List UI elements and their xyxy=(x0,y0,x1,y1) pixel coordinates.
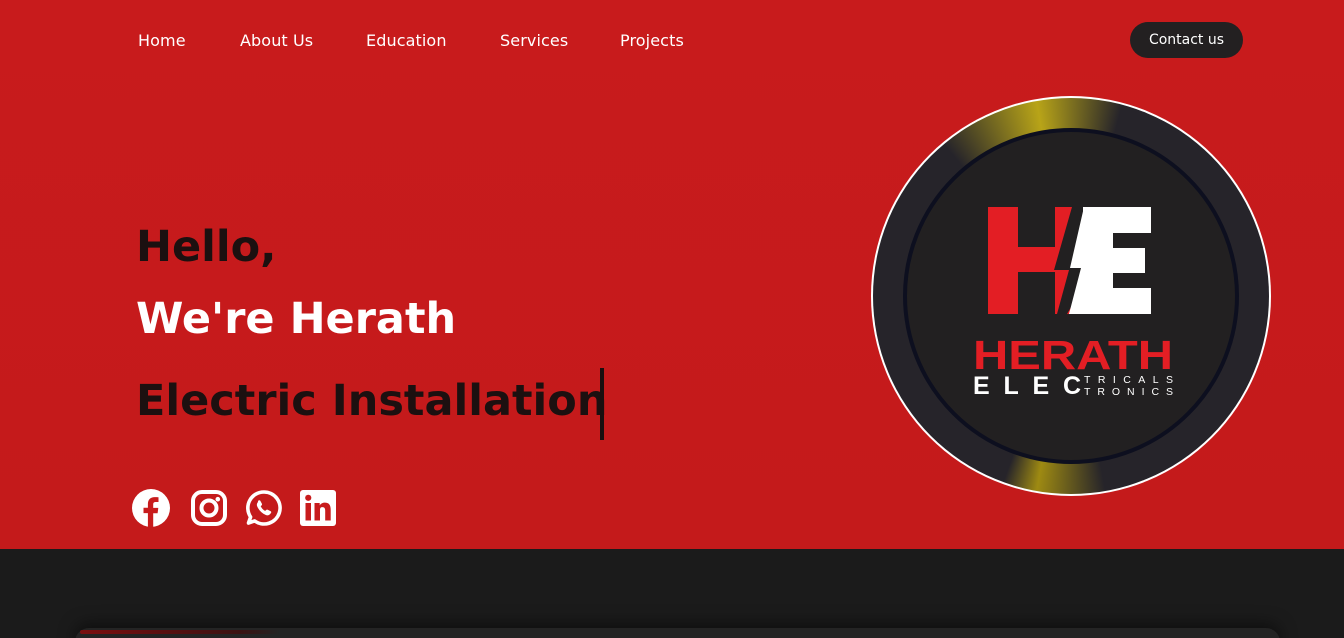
facebook-icon[interactable] xyxy=(132,489,170,527)
dark-section xyxy=(0,549,1344,638)
nav-education[interactable]: Education xyxy=(366,31,447,50)
typing-caret xyxy=(600,368,604,440)
whatsapp-icon[interactable] xyxy=(245,489,283,527)
hero-section: Home About Us Education Services Project… xyxy=(0,0,1344,549)
nav-projects[interactable]: Projects xyxy=(620,31,684,50)
logo-outer-ring: HERATH ELEC TRICALS TRONICS xyxy=(873,98,1269,494)
nav-services[interactable]: Services xyxy=(500,31,568,50)
linkedin-icon[interactable] xyxy=(299,489,337,527)
logo-suffix-bottom: TRONICS xyxy=(1084,386,1173,398)
hero-greeting: Hello, xyxy=(136,222,277,272)
hero-intro: We're Herath xyxy=(136,294,457,344)
instagram-icon[interactable] xyxy=(190,489,228,527)
logo-mark: HERATH ELEC TRICALS TRONICS xyxy=(973,207,1173,400)
card-accent-bar xyxy=(80,630,280,634)
nav-about-us[interactable]: About Us xyxy=(240,31,313,50)
main-nav: Home About Us Education Services Project… xyxy=(0,0,1344,80)
logo-badge: HERATH ELEC TRICALS TRONICS xyxy=(903,128,1239,464)
nav-home[interactable]: Home xyxy=(138,31,186,50)
contact-us-button[interactable]: Contact us xyxy=(1130,22,1243,58)
hero-typed-text: Electric Installation xyxy=(136,376,608,426)
company-logo: HERATH ELEC TRICALS TRONICS xyxy=(871,96,1271,496)
